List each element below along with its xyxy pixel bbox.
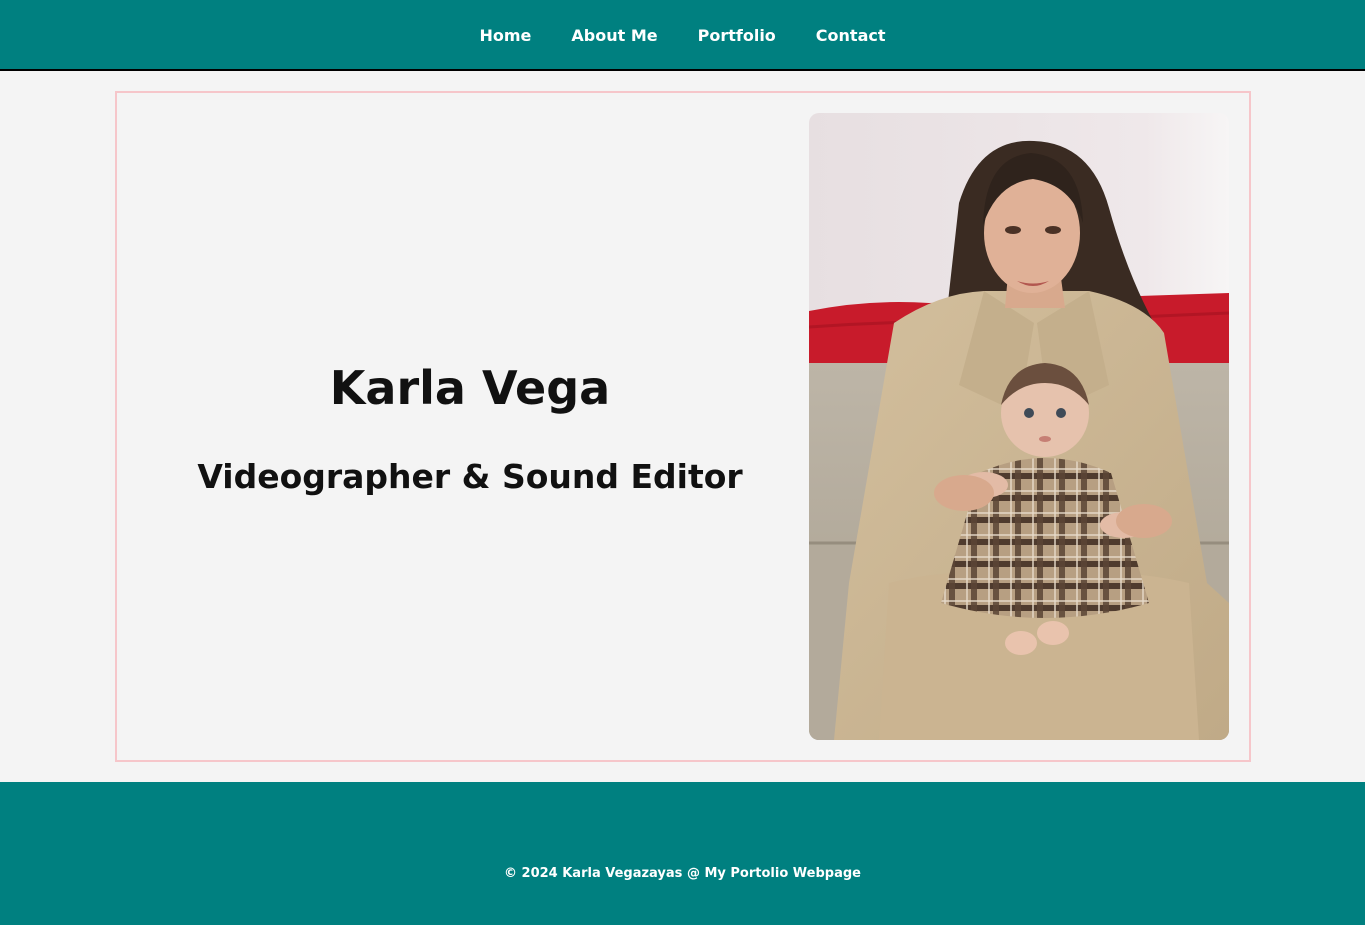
hero-section: Karla Vega Videographer & Sound Editor <box>115 91 1251 762</box>
page-footer: © 2024 Karla Vegazayas @ My Portolio Web… <box>0 782 1365 925</box>
main-nav: Home About Me Portfolio Contact <box>0 0 1365 69</box>
nav-link-portfolio[interactable]: Portfolio <box>698 24 776 45</box>
profile-photo-illustration <box>809 113 1229 740</box>
top-navbar: Home About Me Portfolio Contact <box>0 0 1365 71</box>
nav-link-about-me[interactable]: About Me <box>571 24 657 45</box>
hero-name: Karla Vega <box>329 361 611 415</box>
hero-role: Videographer & Sound Editor <box>197 457 743 496</box>
footer-copyright: © 2024 Karla Vegazayas @ My Portolio Web… <box>504 866 861 881</box>
nav-link-home[interactable]: Home <box>480 24 532 45</box>
hero-text-block: Karla Vega Videographer & Sound Editor <box>117 93 817 760</box>
nav-link-contact[interactable]: Contact <box>816 24 886 45</box>
profile-photo <box>809 113 1229 740</box>
